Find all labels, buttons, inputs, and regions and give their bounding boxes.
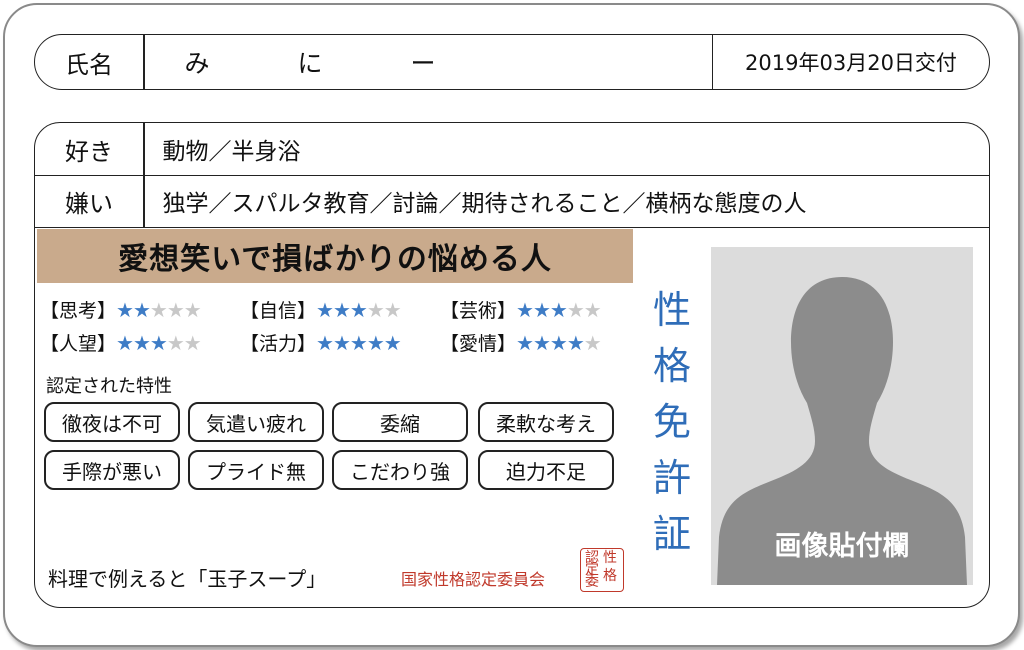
star-filled-icon: ★: [116, 298, 134, 322]
trait-chip: こだわり強: [332, 450, 468, 490]
stat-label: 【思考】: [40, 300, 117, 322]
star-filled-icon: ★: [516, 298, 534, 322]
star-empty-icon: ★: [166, 298, 185, 322]
photo-label: 画像貼付欄: [774, 531, 910, 562]
trait-chip: 手際が悪い: [44, 450, 180, 490]
trait-chip: 気遣い疲れ: [188, 402, 324, 442]
star-filled-icon: ★: [149, 331, 168, 355]
star-empty-icon: ★: [583, 298, 602, 322]
star-filled-icon: ★: [132, 331, 151, 355]
name-char: に: [297, 49, 323, 78]
star-rating: ★★★★★: [516, 331, 602, 355]
stats-line: 【人望】★★★★★ 【活力】★★★★★ 【愛情】★★★★★: [40, 327, 640, 360]
dislikes-label: 嫌い: [65, 189, 113, 218]
trait-chip: プライド無: [188, 450, 324, 490]
trait-chip: 柔軟な考え: [478, 402, 614, 442]
star-filled-icon: ★: [549, 331, 568, 355]
photo-area: 画像貼付欄: [711, 247, 973, 585]
star-empty-icon: ★: [583, 331, 602, 355]
star-filled-icon: ★: [116, 331, 134, 355]
seal-char: 格: [603, 568, 617, 584]
stat-item: 【活力】★★★★★: [240, 327, 440, 360]
star-empty-icon: ★: [566, 298, 585, 322]
traits-label: 認定された特性: [46, 376, 172, 397]
star-empty-icon: ★: [366, 298, 385, 322]
likes-label: 好き: [65, 137, 113, 166]
stat-label: 【活力】: [240, 333, 317, 355]
stat-item: 【愛情】★★★★★: [440, 327, 640, 360]
star-filled-icon: ★: [532, 331, 551, 355]
star-empty-icon: ★: [383, 298, 402, 322]
stat-item: 【芸術】★★★★★: [440, 294, 640, 327]
star-filled-icon: ★: [316, 331, 334, 355]
seal-char: 性: [603, 550, 617, 566]
title-char: 許: [652, 456, 691, 500]
star-filled-icon: ★: [332, 298, 351, 322]
star-filled-icon: ★: [316, 298, 334, 322]
trait-chip: 委縮: [332, 402, 468, 442]
star-filled-icon: ★: [566, 331, 585, 355]
star-filled-icon: ★: [349, 298, 368, 322]
star-filled-icon: ★: [349, 331, 368, 355]
food-example: 料理で例えると「玉子スープ」: [48, 567, 327, 591]
star-filled-icon: ★: [366, 331, 385, 355]
star-rating: ★★★★★: [316, 331, 402, 355]
stat-label: 【芸術】: [440, 300, 517, 322]
name-char: み: [184, 49, 210, 78]
name-value: みにー: [145, 44, 712, 80]
star-rating: ★★★★★: [316, 298, 402, 322]
star-filled-icon: ★: [132, 298, 151, 322]
star-empty-icon: ★: [183, 298, 202, 322]
name-char: ー: [410, 49, 436, 78]
name-bar: 氏名 み に ー 2019年03月20日交付: [34, 34, 990, 90]
title-char: 性: [652, 288, 691, 332]
star-empty-icon: ★: [149, 298, 168, 322]
star-filled-icon: ★: [332, 331, 351, 355]
star-filled-icon: ★: [383, 331, 402, 355]
title-char: 証: [652, 512, 691, 556]
star-rating: ★★★★★: [516, 298, 602, 322]
headline-banner: 愛想笑いで損ばかりの悩める人: [37, 229, 633, 283]
seal-stamp: 認 性 定 格 委: [580, 548, 624, 592]
star-filled-icon: ★: [516, 331, 534, 355]
trait-chip: 迫力不足: [478, 450, 614, 490]
stat-label: 【愛情】: [440, 333, 517, 355]
star-empty-icon: ★: [183, 331, 202, 355]
name-label: 氏名: [65, 50, 113, 79]
committee-name: 国家性格認定委員会: [401, 570, 546, 589]
star-rating: ★★★★★: [116, 331, 202, 355]
likes-row: 好き 動物／半身浴: [35, 123, 989, 176]
likes-value: 動物／半身浴: [162, 139, 301, 165]
stat-item: 【自信】★★★★★: [240, 294, 440, 327]
title-char: 格: [652, 344, 691, 388]
stat-item: 【人望】★★★★★: [40, 327, 240, 360]
stats-line: 【思考】★★★★★ 【自信】★★★★★ 【芸術】★★★★★: [40, 294, 640, 327]
star-filled-icon: ★: [532, 298, 551, 322]
trait-chip: 徹夜は不可: [44, 402, 180, 442]
stats-block: 【思考】★★★★★ 【自信】★★★★★ 【芸術】★★★★★ 【人望】★★★★★ 【活力…: [40, 294, 640, 360]
star-filled-icon: ★: [549, 298, 568, 322]
license-title: 性 格 免 許 証: [648, 282, 696, 562]
stat-label: 【人望】: [40, 333, 117, 355]
traits-grid: 徹夜は不可 気遣い疲れ 委縮 柔軟な考え 手際が悪い プライド無 こだわり強 迫…: [40, 398, 618, 492]
star-rating: ★★★★★: [116, 298, 202, 322]
stat-item: 【思考】★★★★★: [40, 294, 240, 327]
stat-label: 【自信】: [240, 300, 317, 322]
dislikes-row: 嫌い 独学／スパルタ教育／討論／期待されること／横柄な態度の人: [35, 175, 989, 228]
seal-char: 委: [585, 574, 599, 590]
dislikes-value: 独学／スパルタ教育／討論／期待されること／横柄な態度の人: [162, 191, 807, 217]
star-empty-icon: ★: [166, 331, 185, 355]
issue-date: 2019年03月20日交付: [745, 51, 957, 75]
title-char: 免: [652, 400, 691, 444]
